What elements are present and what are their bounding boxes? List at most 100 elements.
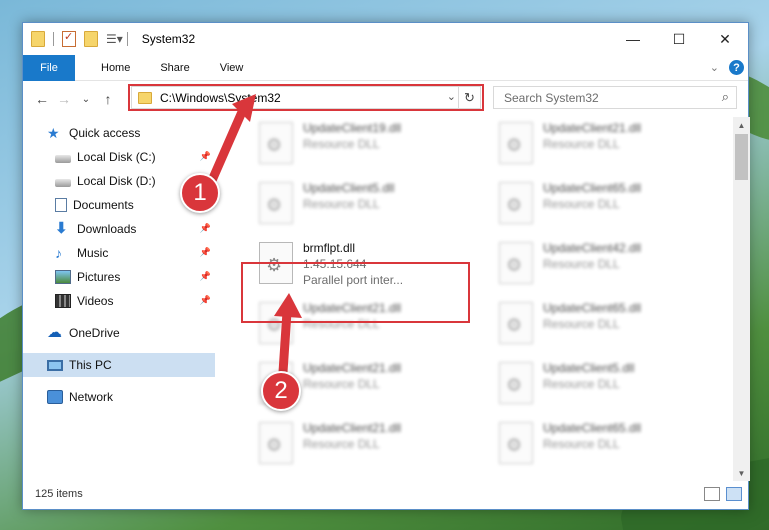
file-name: UpdateClient5.dll	[543, 361, 635, 375]
pin-icon: 📌	[199, 151, 211, 161]
customize-toolbar-icon[interactable]: ☰▾	[106, 32, 123, 46]
file-description: Resource DLL	[303, 137, 380, 151]
file-name: UpdateClient5.dll	[303, 181, 395, 195]
navigation-bar: ← → ⌄ ↑ C:\Windows\System32 ⌄ ↻ Search S…	[23, 81, 748, 117]
drive-icon	[55, 179, 71, 187]
sidebar-item-onedrive[interactable]: ☁ OneDrive	[23, 321, 215, 345]
maximize-button[interactable]: ☐	[656, 23, 702, 55]
music-icon: ♪	[55, 245, 62, 261]
scroll-up-icon[interactable]: ▲	[733, 117, 750, 133]
file-description: Resource DLL	[543, 317, 620, 331]
sidebar-item-videos[interactable]: Videos 📌	[23, 289, 215, 313]
download-icon: ⬇	[55, 220, 68, 237]
file-description: Resource DLL	[543, 437, 620, 451]
file-name: UpdateClient65.dll	[543, 301, 642, 315]
sidebar-item-network[interactable]: Network	[23, 385, 215, 409]
pin-icon: 📌	[199, 271, 211, 281]
dll-file-icon	[499, 182, 533, 224]
scrollbar-thumb[interactable]	[735, 134, 748, 180]
sidebar-item-label: Music	[77, 246, 109, 260]
callout-step-2: 2	[261, 371, 301, 411]
file-name: brmflpt.dll	[303, 241, 356, 255]
dll-file-icon	[499, 302, 533, 344]
tab-home[interactable]: Home	[75, 62, 145, 74]
onedrive-icon: ☁	[47, 324, 62, 341]
file-description: Resource DLL	[543, 257, 620, 271]
properties-icon[interactable]	[62, 30, 76, 47]
file-description: Resource DLL	[543, 197, 620, 211]
file-item[interactable]: UpdateClient5.dll Resource DLL	[481, 357, 706, 415]
search-placeholder: Search System32	[504, 90, 599, 105]
star-icon: ★	[47, 125, 60, 141]
dll-file-icon	[259, 182, 293, 224]
up-arrow-icon[interactable]: ↑	[97, 91, 119, 107]
file-list: UpdateClient19.dll Resource DLL UpdateCli…	[223, 117, 733, 481]
separator	[53, 32, 54, 46]
new-folder-icon[interactable]	[84, 31, 98, 47]
file-name: UpdateClient21.dll	[303, 421, 402, 435]
address-highlight-box	[128, 84, 484, 111]
file-description: Resource DLL	[543, 137, 620, 151]
file-description: Resource DLL	[303, 197, 380, 211]
drive-icon	[55, 155, 71, 163]
ribbon-tabs: File Home Share View ⌄ ?	[23, 54, 748, 81]
title-bar: ☰▾ System32 — ☐ ✕	[23, 23, 748, 55]
forward-arrow-icon[interactable]: →	[53, 91, 75, 107]
sidebar-item-music[interactable]: ♪ Music 📌	[23, 241, 215, 265]
sidebar-item-label: Quick access	[69, 126, 141, 140]
file-name: UpdateClient42.dll	[543, 241, 642, 255]
sidebar-item-downloads[interactable]: ⬇ Downloads 📌	[23, 217, 215, 241]
sidebar-item-label: Local Disk (D:)	[77, 174, 156, 188]
dll-file-icon	[259, 122, 293, 164]
details-view-icon[interactable]	[704, 487, 720, 501]
back-arrow-icon[interactable]: ←	[31, 91, 53, 107]
sidebar-item-pictures[interactable]: Pictures 📌	[23, 265, 215, 289]
file-name: UpdateClient19.dll	[303, 121, 402, 135]
content-area: ★ Quick access Local Disk (C:) 📌 Local D…	[23, 117, 750, 481]
search-input[interactable]: Search System32 ⌕	[493, 86, 737, 109]
sidebar-item-label: Pictures	[77, 270, 121, 284]
pin-icon: 📌	[199, 295, 211, 305]
folder-icon[interactable]	[31, 31, 45, 47]
file-item[interactable]: UpdateClient19.dll Resource DLL	[241, 117, 466, 175]
file-description: Resource DLL	[543, 377, 620, 391]
tiles-view-icon[interactable]	[726, 487, 742, 501]
minimize-button[interactable]: —	[610, 23, 656, 55]
sidebar-item-label: OneDrive	[69, 326, 120, 340]
tab-file[interactable]: File	[23, 54, 75, 81]
vertical-scrollbar[interactable]: ▲ ▼	[733, 117, 750, 481]
file-item[interactable]: UpdateClient21.dll Resource DLL	[481, 117, 706, 175]
sidebar-item-label: Downloads	[77, 222, 137, 236]
pin-icon: 📌	[199, 223, 211, 233]
dll-file-icon	[499, 122, 533, 164]
file-item[interactable]: UpdateClient65.dll Resource DLL	[481, 297, 706, 355]
document-icon	[55, 198, 67, 212]
file-item[interactable]: UpdateClient21.dll Resource DLL	[241, 417, 466, 475]
help-icon[interactable]: ?	[729, 60, 744, 75]
close-button[interactable]: ✕	[702, 23, 748, 55]
file-description: Resource DLL	[303, 377, 380, 391]
tab-view[interactable]: View	[205, 62, 259, 74]
file-item[interactable]: UpdateClient65.dll Resource DLL	[481, 177, 706, 235]
tab-share[interactable]: Share	[145, 62, 204, 74]
pictures-icon	[55, 270, 71, 284]
file-item[interactable]: UpdateClient42.dll Resource DLL	[481, 237, 706, 295]
sidebar-item-local-disk-c[interactable]: Local Disk (C:) 📌	[23, 145, 215, 169]
callout-step-1: 1	[180, 173, 220, 213]
file-item[interactable]: UpdateClient5.dll Resource DLL	[241, 177, 466, 235]
sidebar-item-label: Documents	[73, 198, 134, 212]
sidebar-item-label: Videos	[77, 294, 114, 308]
recent-locations-icon[interactable]: ⌄	[75, 94, 97, 105]
separator	[126, 32, 128, 46]
sidebar-item-this-pc[interactable]: This PC	[23, 353, 215, 377]
videos-icon	[55, 294, 71, 308]
file-description: Resource DLL	[303, 437, 380, 451]
expand-ribbon-icon[interactable]: ⌄	[710, 61, 719, 74]
file-explorer-window: ☰▾ System32 — ☐ ✕ File Home Share View ⌄…	[22, 22, 750, 510]
file-name: UpdateClient21.dll	[543, 121, 642, 135]
pin-icon: 📌	[199, 247, 211, 257]
file-item[interactable]: UpdateClient65.dll Resource DLL	[481, 417, 706, 475]
sidebar-item-quick-access[interactable]: ★ Quick access	[23, 121, 215, 145]
network-icon	[47, 390, 63, 404]
search-icon[interactable]: ⌕	[722, 89, 729, 105]
